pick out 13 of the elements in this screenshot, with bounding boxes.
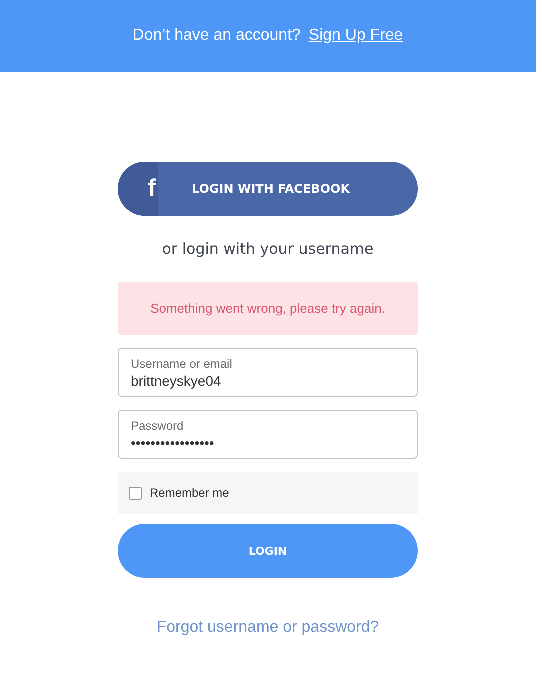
checkbox[interactable] (129, 486, 142, 500)
field-label: Password (131, 418, 185, 432)
facebook-login-button[interactable]: f LOGIN WITH FACEBOOK (118, 162, 418, 216)
field-label: Username or email (131, 356, 234, 370)
subtitle: or login with your username (161, 240, 375, 258)
input-field[interactable]: Password ••••••••••••••••• (118, 410, 418, 459)
field-value: brittneyskye04 (131, 372, 222, 388)
banner-text: Don’t have an account? (132, 27, 301, 45)
error-message: Something went wrong, please try again. (118, 282, 418, 335)
facebook-icon: f (118, 162, 158, 216)
field-value: ••••••••••••••••• (131, 434, 216, 450)
input-field[interactable]: Username or email brittneyskye04 (118, 348, 418, 397)
remember-label: Remember me (150, 486, 230, 500)
